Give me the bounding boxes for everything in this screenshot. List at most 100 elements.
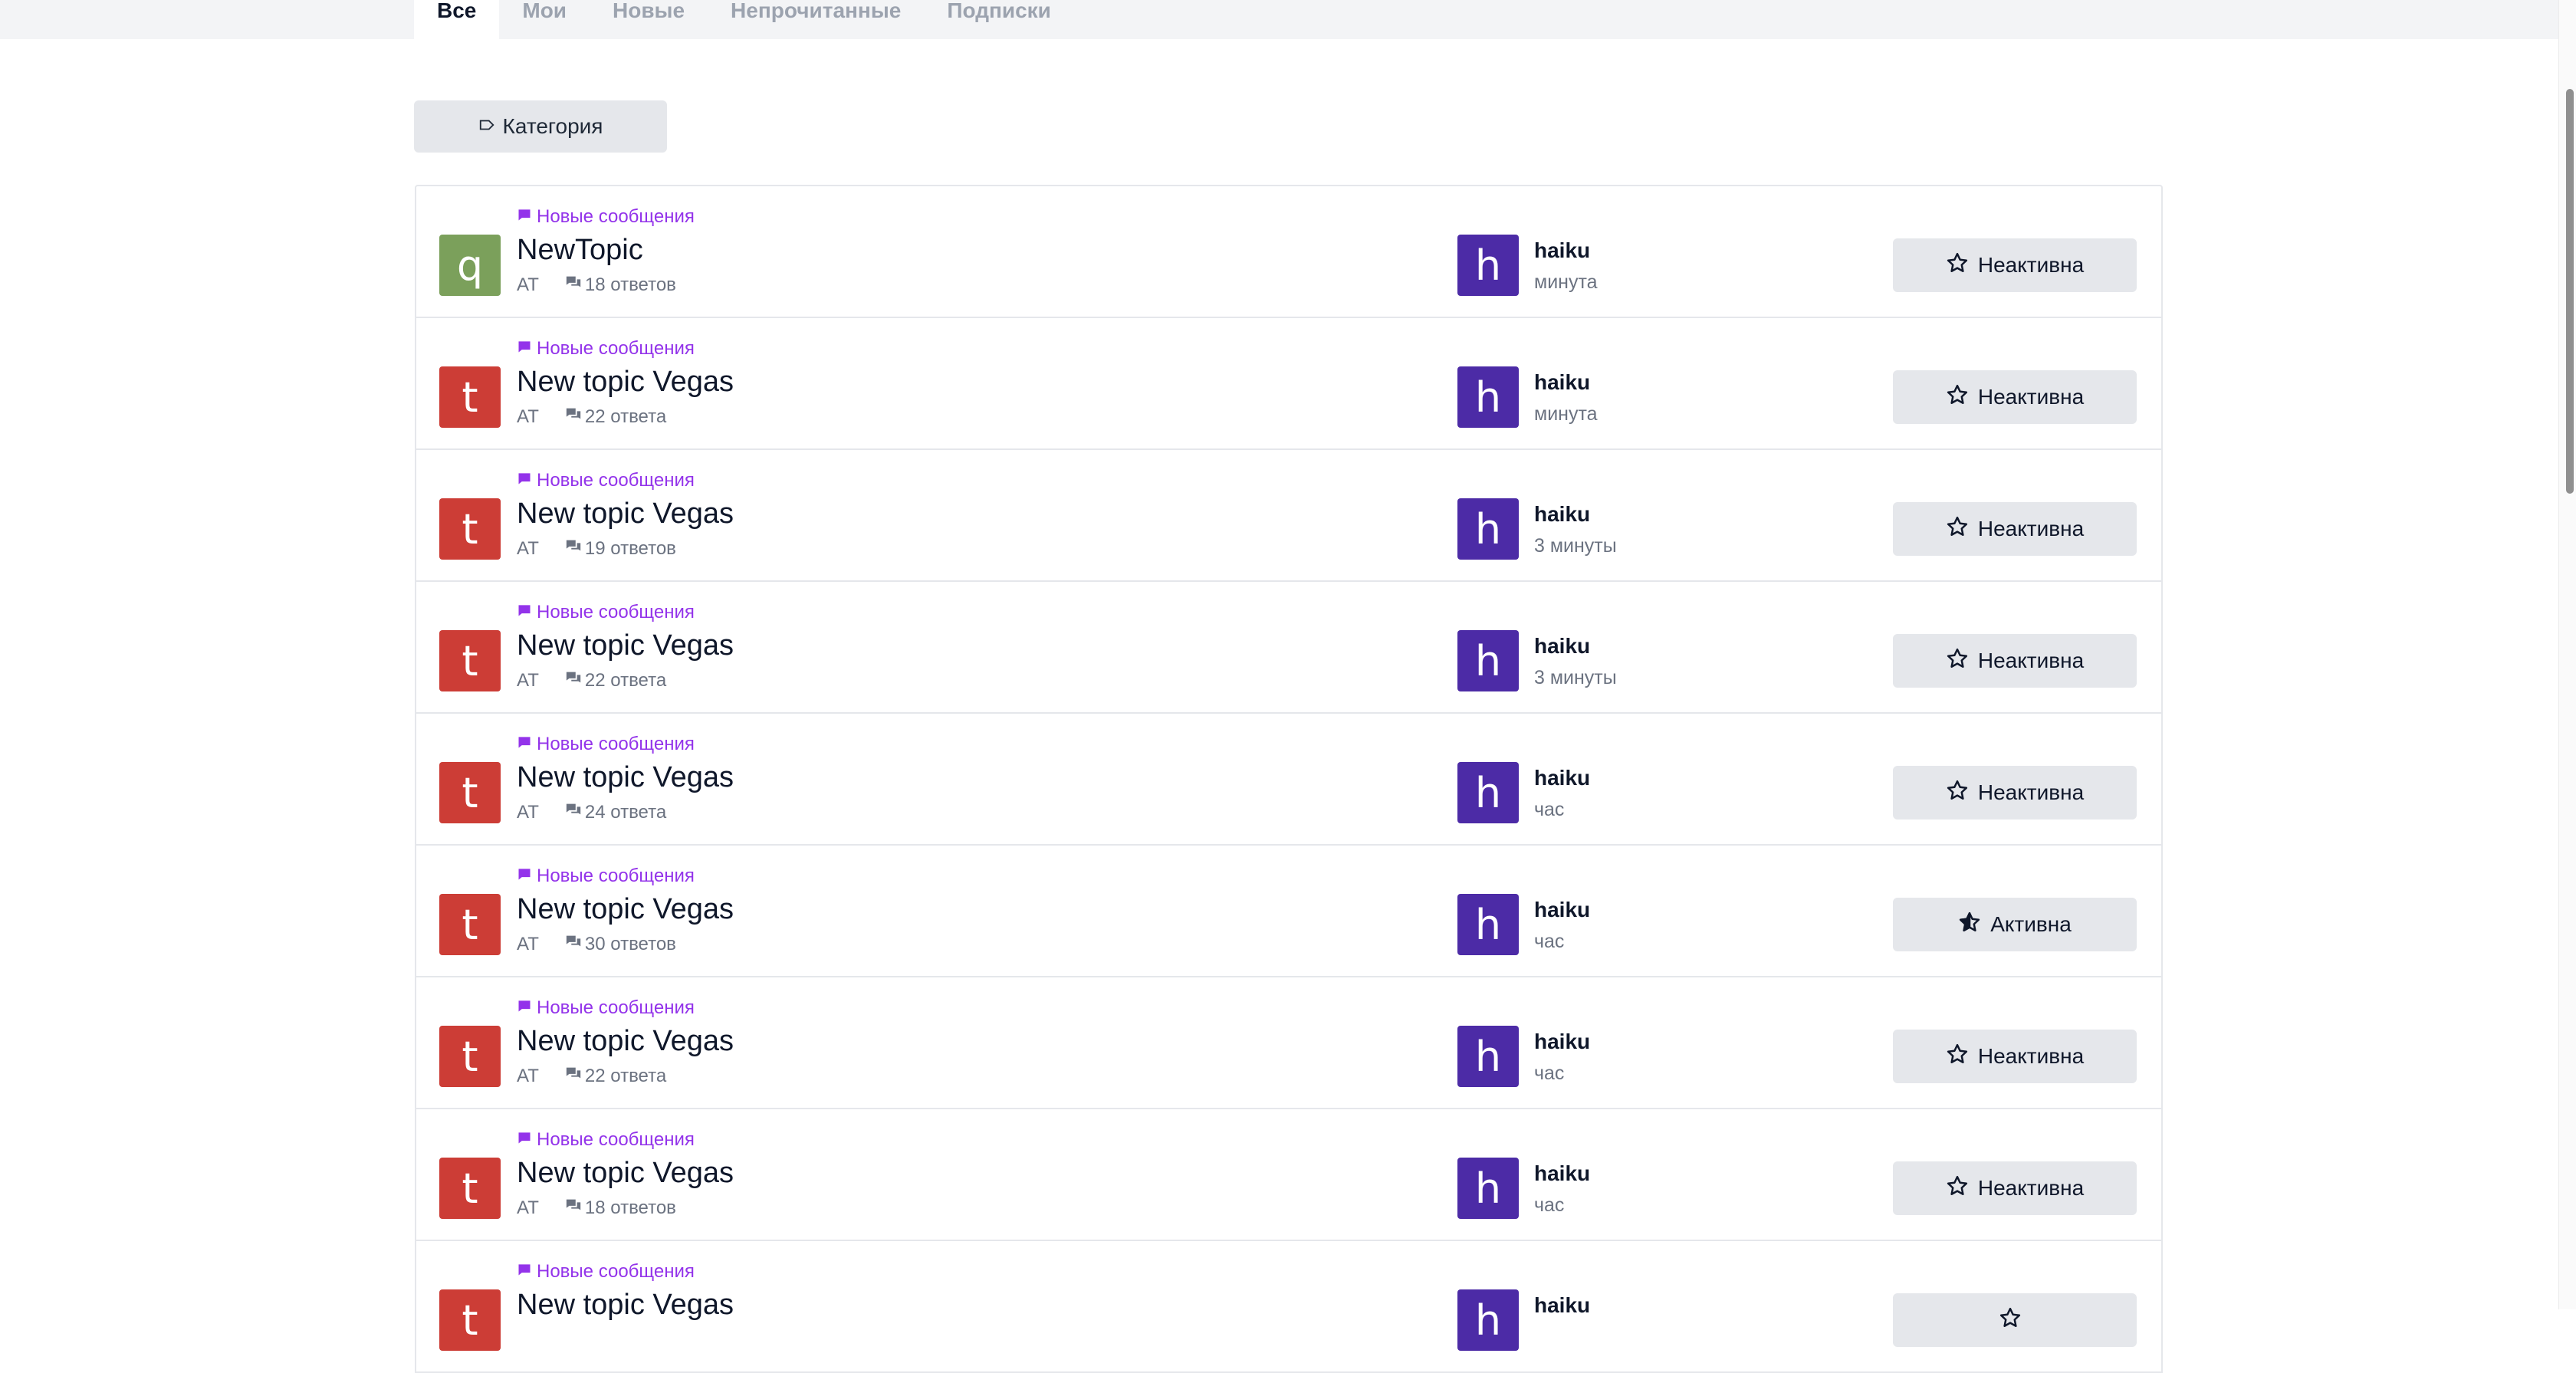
topic-title[interactable]: New topic Vegas xyxy=(517,629,734,662)
subscription-toggle-button[interactable] xyxy=(1893,1293,2137,1347)
replies-count: 22 ответа xyxy=(584,669,667,691)
tab-new[interactable]: Новые xyxy=(590,0,708,39)
user-avatar[interactable]: h xyxy=(1457,1289,1519,1351)
subscription-status-label: Неактивна xyxy=(1977,253,2085,277)
last-poster-name[interactable]: haiku xyxy=(1534,1030,1590,1054)
subscription-toggle-button[interactable]: Неактивна xyxy=(1893,634,2137,688)
tab-unread[interactable]: Непрочитанные xyxy=(708,0,924,39)
chat-bubble-icon xyxy=(517,997,532,1019)
subscription-toggle-button[interactable]: Неактивна xyxy=(1893,1030,2137,1083)
last-poster-name[interactable]: haiku xyxy=(1534,766,1590,790)
last-poster-name[interactable]: haiku xyxy=(1534,1161,1590,1186)
topic-category[interactable]: AT xyxy=(517,1066,539,1087)
topic-avatar: t xyxy=(439,366,501,428)
chat-bubble-icon xyxy=(517,1261,532,1283)
user-avatar[interactable]: h xyxy=(1457,366,1519,428)
topic-title[interactable]: New topic Vegas xyxy=(517,1289,734,1322)
subscription-toggle-button[interactable]: Неактивна xyxy=(1893,370,2137,424)
topic-category[interactable]: AT xyxy=(517,670,539,691)
replies-icon xyxy=(565,1197,585,1219)
new-messages-badge: Новые сообщения xyxy=(517,1129,695,1151)
subscription-toggle-button[interactable]: Неактивна xyxy=(1893,1161,2137,1215)
category-filter-button[interactable]: Категория xyxy=(414,100,667,153)
scrollbar[interactable] xyxy=(2558,0,2576,1309)
last-poster-name[interactable]: haiku xyxy=(1534,1293,1590,1318)
topic-title[interactable]: New topic Vegas xyxy=(517,498,734,530)
topic-row[interactable]: t Новые сообщения New topic Vegas h haik… xyxy=(416,1241,2161,1373)
topic-title[interactable]: New topic Vegas xyxy=(517,366,734,399)
badge-label: Новые сообщения xyxy=(537,997,695,1018)
star-icon xyxy=(1946,779,1969,807)
scrollbar-thumb[interactable] xyxy=(2566,89,2574,494)
tab-all[interactable]: Все xyxy=(414,0,500,39)
last-poster-name[interactable]: haiku xyxy=(1534,502,1590,527)
subscription-toggle-button[interactable]: Неактивна xyxy=(1893,238,2137,292)
topic-row[interactable]: t Новые сообщения New topic Vegas AT 30 … xyxy=(416,846,2161,977)
subscription-status-label: Неактивна xyxy=(1977,517,2085,540)
replies-icon xyxy=(565,933,585,955)
last-post-time: час xyxy=(1534,931,1565,952)
user-avatar[interactable]: h xyxy=(1457,235,1519,296)
user-avatar[interactable]: h xyxy=(1457,1158,1519,1219)
topic-avatar: t xyxy=(439,1026,501,1087)
topic-row[interactable]: t Новые сообщения New topic Vegas AT 22 … xyxy=(416,318,2161,450)
user-avatar[interactable]: h xyxy=(1457,894,1519,955)
tab-mine[interactable]: Мои xyxy=(499,0,590,39)
star-icon xyxy=(1958,911,1981,939)
subscription-status-label: Неактивна xyxy=(1977,385,2085,409)
tab-bar: Все Мои Новые Непрочитанные Подписки xyxy=(0,0,2576,39)
topic-meta: AT 30 ответов xyxy=(517,933,676,955)
star-icon xyxy=(1946,251,1969,280)
replies-count: 18 ответов xyxy=(584,274,676,295)
tab-subscriptions[interactable]: Подписки xyxy=(924,0,1074,39)
last-poster-name[interactable]: haiku xyxy=(1534,370,1590,395)
topic-title[interactable]: NewTopic xyxy=(517,234,643,267)
topic-category[interactable]: AT xyxy=(517,274,539,296)
tag-icon xyxy=(478,114,495,139)
star-icon xyxy=(1946,1174,1969,1203)
topic-avatar: t xyxy=(439,1289,501,1351)
chat-bubble-icon xyxy=(517,1129,532,1151)
last-poster-name[interactable]: haiku xyxy=(1534,898,1590,922)
star-icon xyxy=(1946,1043,1969,1071)
topic-category[interactable]: AT xyxy=(517,406,539,428)
user-avatar[interactable]: h xyxy=(1457,630,1519,691)
subscription-toggle-button[interactable]: Неактивна xyxy=(1893,502,2137,556)
replies-count: 18 ответов xyxy=(584,1197,676,1218)
topic-category[interactable]: AT xyxy=(517,802,539,823)
replies-icon xyxy=(565,537,585,560)
replies-count: 22 ответа xyxy=(584,1065,667,1086)
last-poster-name[interactable]: haiku xyxy=(1534,634,1590,659)
topic-row[interactable]: t Новые сообщения New topic Vegas AT 24 … xyxy=(416,714,2161,846)
chat-bubble-icon xyxy=(517,602,532,623)
topic-title[interactable]: New topic Vegas xyxy=(517,1025,734,1058)
topic-avatar: t xyxy=(439,498,501,560)
badge-label: Новые сообщения xyxy=(537,1261,695,1282)
user-avatar[interactable]: h xyxy=(1457,498,1519,560)
topic-row[interactable]: t Новые сообщения New topic Vegas AT 22 … xyxy=(416,977,2161,1109)
topic-row[interactable]: t Новые сообщения New topic Vegas AT 22 … xyxy=(416,582,2161,714)
topic-row[interactable]: t Новые сообщения New topic Vegas AT 18 … xyxy=(416,1109,2161,1241)
last-post-time: минута xyxy=(1534,271,1598,293)
replies-count: 24 ответа xyxy=(584,801,667,823)
topic-row[interactable]: t Новые сообщения New topic Vegas AT 19 … xyxy=(416,450,2161,582)
user-avatar[interactable]: h xyxy=(1457,762,1519,823)
topic-category[interactable]: AT xyxy=(517,1197,539,1219)
new-messages-badge: Новые сообщения xyxy=(517,734,695,755)
subscription-toggle-button[interactable]: Активна xyxy=(1893,898,2137,951)
subscription-toggle-button[interactable]: Неактивна xyxy=(1893,766,2137,820)
topic-title[interactable]: New topic Vegas xyxy=(517,893,734,926)
badge-label: Новые сообщения xyxy=(537,1129,695,1150)
topic-meta: AT 22 ответа xyxy=(517,1065,666,1087)
topic-category[interactable]: AT xyxy=(517,934,539,955)
user-avatar[interactable]: h xyxy=(1457,1026,1519,1087)
new-messages-badge: Новые сообщения xyxy=(517,997,695,1019)
topic-category[interactable]: AT xyxy=(517,538,539,560)
topic-title[interactable]: New topic Vegas xyxy=(517,761,734,794)
last-poster-name[interactable]: haiku xyxy=(1534,238,1590,263)
topic-title[interactable]: New topic Vegas xyxy=(517,1157,734,1190)
topic-row[interactable]: q Новые сообщения NewTopic AT 18 ответов… xyxy=(416,186,2161,318)
last-post-time: 3 минуты xyxy=(1534,667,1617,688)
last-post-time: час xyxy=(1534,1194,1565,1216)
star-icon xyxy=(1946,383,1969,412)
